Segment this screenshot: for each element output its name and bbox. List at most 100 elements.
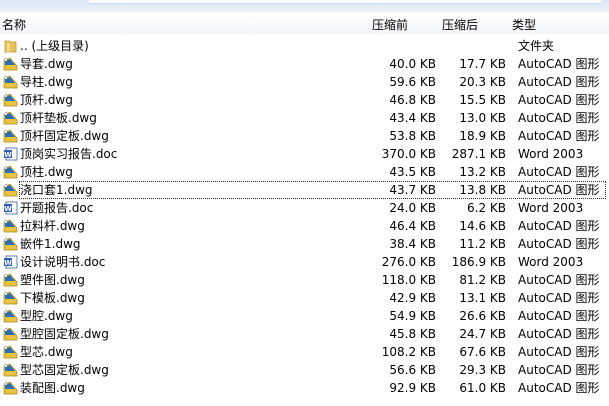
size-after: 13.0 KB [459,111,506,125]
svg-text:W: W [4,205,12,213]
file-row[interactable]: 顶杆垫板.dwg 43.4 KB 13.0 KB AutoCAD 图形 [0,109,609,127]
autocad-file-icon [3,75,18,89]
file-type: AutoCAD 图形 [518,219,600,233]
file-row[interactable]: 导柱.dwg 59.6 KB 20.3 KB AutoCAD 图形 [0,73,609,91]
size-after: 13.2 KB [459,165,506,179]
size-after: 29.3 KB [459,363,506,377]
file-type: AutoCAD 图形 [518,381,600,395]
autocad-file-icon [3,129,18,143]
file-type: AutoCAD 图形 [518,363,600,377]
size-after: 15.5 KB [459,93,506,107]
size-before: 43.7 KB [389,183,436,197]
size-after: 20.3 KB [459,75,506,89]
svg-text:W: W [4,259,12,267]
file-type: AutoCAD 图形 [518,183,600,197]
file-row[interactable]: W 设计说明书.doc 276.0 KB 186.9 KB Word 2003 [0,253,609,271]
size-before: 46.4 KB [389,219,436,233]
file-row[interactable]: 拉料杆.dwg 46.4 KB 14.6 KB AutoCAD 图形 [0,217,609,235]
autocad-file-icon [3,237,18,251]
file-row[interactable]: 顶杆.dwg 46.8 KB 15.5 KB AutoCAD 图形 [0,91,609,109]
word-doc-icon: W [3,147,18,161]
file-type: AutoCAD 图形 [518,165,600,179]
size-before: 46.8 KB [389,93,436,107]
autocad-file-icon [3,111,18,125]
column-size-before[interactable]: 压缩前 [372,16,408,33]
file-row[interactable]: .. (上级目录) 文件夹 [0,37,609,55]
path-input[interactable] [89,0,601,4]
file-type: AutoCAD 图形 [518,345,600,359]
size-after: 67.6 KB [459,345,506,359]
toolbar-strip [0,0,609,12]
file-row[interactable]: 型芯.dwg 108.2 KB 67.6 KB AutoCAD 图形 [0,343,609,361]
size-before: 118.0 KB [381,273,436,287]
file-row[interactable]: 下模板.dwg 42.9 KB 13.1 KB AutoCAD 图形 [0,289,609,307]
size-after: 18.9 KB [459,129,506,143]
size-before: 43.5 KB [389,165,436,179]
file-type: 文件夹 [518,39,555,53]
file-row[interactable]: 型腔.dwg 54.9 KB 26.6 KB AutoCAD 图形 [0,307,609,325]
autocad-file-icon [3,273,18,287]
file-row[interactable]: 装配图.dwg 92.9 KB 61.0 KB AutoCAD 图形 [0,379,609,397]
autocad-file-icon [3,183,18,197]
size-before: 92.9 KB [389,381,436,395]
size-before: 108.2 KB [381,345,436,359]
column-name[interactable]: 名称 [2,16,26,33]
file-row[interactable]: 顶杆固定板.dwg 53.8 KB 18.9 KB AutoCAD 图形 [0,127,609,145]
size-before: 370.0 KB [381,147,436,161]
file-row[interactable]: 导套.dwg 40.0 KB 17.7 KB AutoCAD 图形 [0,55,609,73]
size-after: 81.2 KB [459,273,506,287]
file-row[interactable]: 型芯固定板.dwg 56.6 KB 29.3 KB AutoCAD 图形 [0,361,609,379]
size-after: 14.6 KB [459,219,506,233]
autocad-file-icon [3,345,18,359]
size-before: 24.0 KB [389,201,436,215]
word-doc-icon: W [3,255,18,269]
file-type: AutoCAD 图形 [518,237,600,251]
file-row[interactable]: 塑件图.dwg 118.0 KB 81.2 KB AutoCAD 图形 [0,271,609,289]
column-size-after[interactable]: 压缩后 [442,16,478,33]
file-row[interactable]: 嵌件1.dwg 38.4 KB 11.2 KB AutoCAD 图形 [0,235,609,253]
size-after: 186.9 KB [451,255,506,269]
file-row[interactable]: 浇口套1.dwg 43.7 KB 13.8 KB AutoCAD 图形 [0,181,609,199]
file-type: Word 2003 [518,201,584,215]
word-doc-icon: W [3,201,18,215]
autocad-file-icon [3,327,18,341]
size-before: 42.9 KB [389,291,436,305]
file-type: Word 2003 [518,255,584,269]
autocad-file-icon [3,93,18,107]
autocad-file-icon [3,291,18,305]
file-type: AutoCAD 图形 [518,93,600,107]
size-after: 13.8 KB [459,183,506,197]
size-before: 54.9 KB [389,309,436,323]
file-type: AutoCAD 图形 [518,327,600,341]
file-type: AutoCAD 图形 [518,309,600,323]
size-before: 56.6 KB [389,363,436,377]
autocad-file-icon [3,219,18,233]
file-type: AutoCAD 图形 [518,75,600,89]
autocad-file-icon [3,165,18,179]
file-type: AutoCAD 图形 [518,111,600,125]
size-before: 59.6 KB [389,75,436,89]
autocad-file-icon [3,309,18,323]
size-before: 53.8 KB [389,129,436,143]
autocad-file-icon [3,363,18,377]
size-after: 287.1 KB [451,147,506,161]
size-after: 61.0 KB [459,381,506,395]
file-type: AutoCAD 图形 [518,57,600,71]
size-after: 6.2 KB [467,201,506,215]
autocad-file-icon [3,57,18,71]
file-type: Word 2003 [518,147,584,161]
column-type[interactable]: 类型 [512,16,536,33]
file-row[interactable]: W 开题报告.doc 24.0 KB 6.2 KB Word 2003 [0,199,609,217]
column-header: 名称 压缩前 压缩后 类型 [0,12,609,34]
autocad-file-icon [3,381,18,395]
file-row[interactable]: 顶柱.dwg 43.5 KB 13.2 KB AutoCAD 图形 [0,163,609,181]
file-type: AutoCAD 图形 [518,273,600,287]
size-before: 45.8 KB [389,327,436,341]
file-row[interactable]: 型腔固定板.dwg 45.8 KB 24.7 KB AutoCAD 图形 [0,325,609,343]
size-before: 40.0 KB [389,57,436,71]
file-list: .. (上级目录) 文件夹 导套.dwg 40.0 KB 17.7 KB Aut… [0,37,609,397]
file-row[interactable]: W 顶岗实习报告.doc 370.0 KB 287.1 KB Word 2003 [0,145,609,163]
size-before: 43.4 KB [389,111,436,125]
size-after: 24.7 KB [459,327,506,341]
size-after: 17.7 KB [459,57,506,71]
